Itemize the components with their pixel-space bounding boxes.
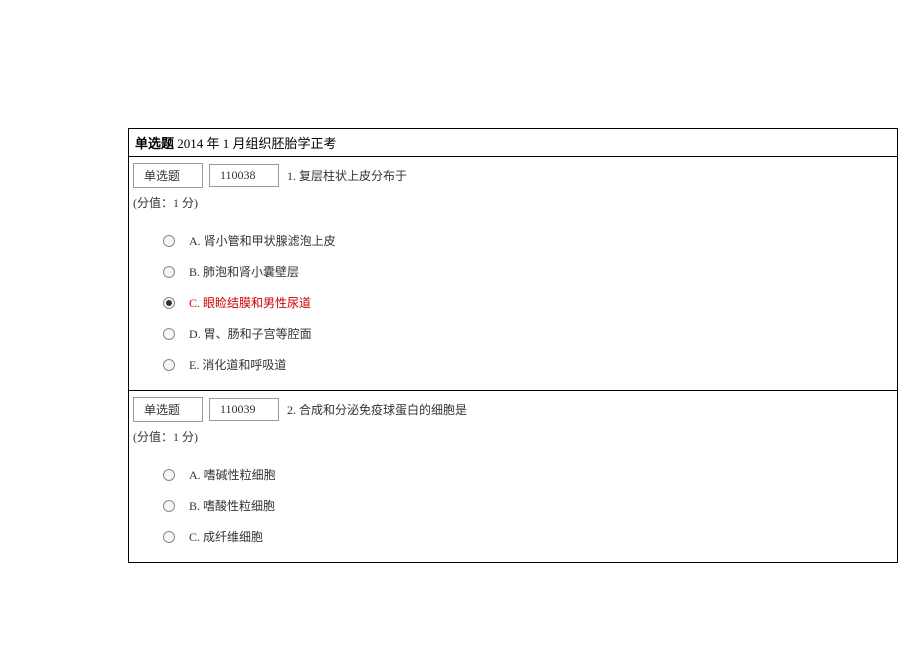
option-text: E. 消化道和呼吸道 [189,356,286,373]
question-stem: 1. 复层柱状上皮分布于 [287,167,407,184]
option-text: B. 嗜酸性粒细胞 [189,497,275,514]
option-text: C. 眼睑结膜和男性尿道 [189,294,311,311]
question-type-box: 单选题 [133,397,203,422]
exam-title-row: 单选题 2014 年 1 月组织胚胎学正考 [129,129,897,157]
options-list: A. 嗜碱性粒细胞 B. 嗜酸性粒细胞 C. 成纤维细胞 [133,455,893,558]
option-row[interactable]: C. 成纤维细胞 [163,521,893,552]
radio-icon[interactable] [163,359,175,371]
radio-icon[interactable] [163,266,175,278]
exam-title-rest: 2014 年 1 月组织胚胎学正考 [174,136,337,151]
option-row[interactable]: B. 肺泡和肾小囊壁层 [163,256,893,287]
radio-icon[interactable] [163,328,175,340]
question-score: (分值：1 分) [133,426,893,455]
question-score: (分值：1 分) [133,192,893,221]
radio-icon[interactable] [163,469,175,481]
question-stem: 2. 合成和分泌免疫球蛋白的细胞是 [287,401,467,418]
option-text: A. 肾小管和甲状腺滤泡上皮 [189,232,336,249]
option-row[interactable]: A. 嗜碱性粒细胞 [163,459,893,490]
option-row[interactable]: C. 眼睑结膜和男性尿道 [163,287,893,318]
question-block: 单选题 110039 2. 合成和分泌免疫球蛋白的细胞是 (分值：1 分) A.… [129,391,897,562]
option-row[interactable]: B. 嗜酸性粒细胞 [163,490,893,521]
question-meta-row: 单选题 110038 1. 复层柱状上皮分布于 [133,157,893,192]
exam-title-prefix: 单选题 [135,136,174,151]
question-meta-row: 单选题 110039 2. 合成和分泌免疫球蛋白的细胞是 [133,391,893,426]
option-text: D. 胃、肠和子宫等腔面 [189,325,312,342]
radio-icon[interactable] [163,500,175,512]
option-row[interactable]: E. 消化道和呼吸道 [163,349,893,380]
question-code-box: 110039 [209,398,279,421]
option-text: A. 嗜碱性粒细胞 [189,466,276,483]
options-list: A. 肾小管和甲状腺滤泡上皮 B. 肺泡和肾小囊壁层 C. 眼睑结膜和男性尿道 … [133,221,893,386]
option-text: B. 肺泡和肾小囊壁层 [189,263,299,280]
exam-container: 单选题 2014 年 1 月组织胚胎学正考 单选题 110038 1. 复层柱状… [128,128,898,563]
question-block: 单选题 110038 1. 复层柱状上皮分布于 (分值：1 分) A. 肾小管和… [129,157,897,391]
option-text: C. 成纤维细胞 [189,528,263,545]
question-type-box: 单选题 [133,163,203,188]
option-row[interactable]: D. 胃、肠和子宫等腔面 [163,318,893,349]
radio-icon[interactable] [163,235,175,247]
radio-icon[interactable] [163,297,175,309]
option-row[interactable]: A. 肾小管和甲状腺滤泡上皮 [163,225,893,256]
radio-icon[interactable] [163,531,175,543]
question-code-box: 110038 [209,164,279,187]
